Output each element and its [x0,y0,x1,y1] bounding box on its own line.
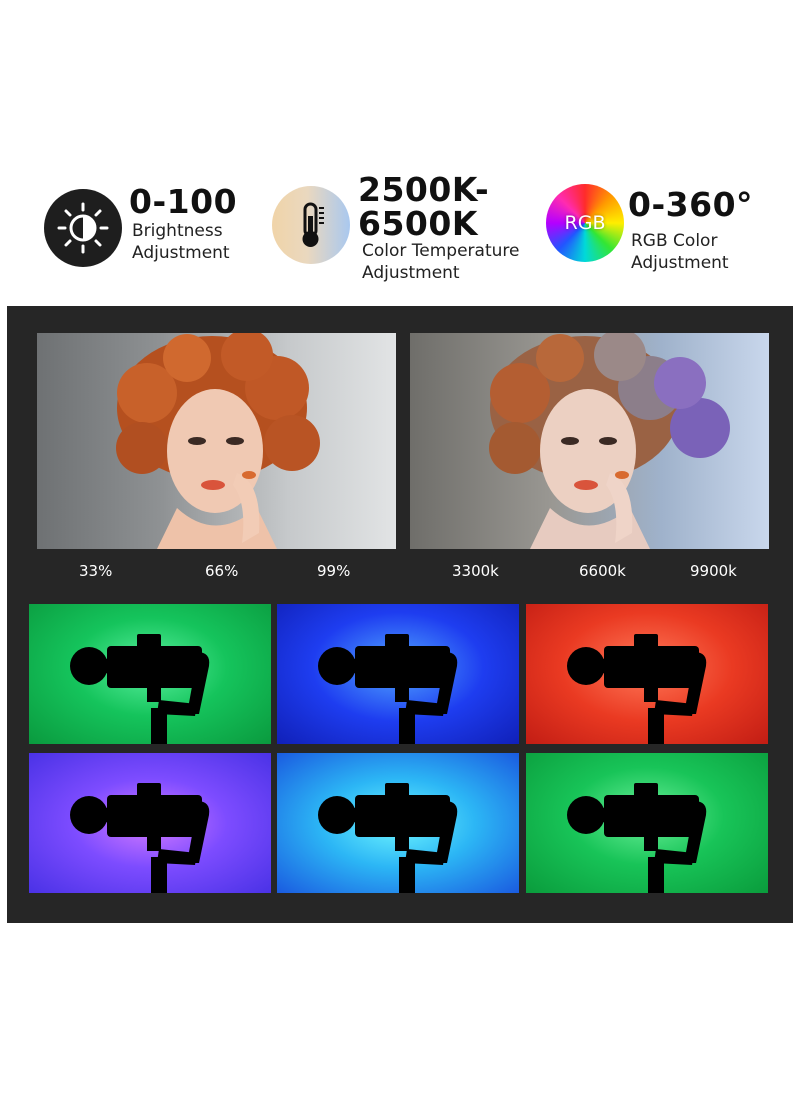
temperature-label-2: Adjustment [362,263,460,283]
rgb-demo-tile-purple [29,753,271,893]
brightness-scale-99: 99% [317,562,351,580]
temperature-range-start: 2500K- [358,170,490,209]
brightness-label-2: Adjustment [132,243,230,263]
temperature-demo-photo [410,333,769,549]
gimbal-silhouette-icon [318,783,458,893]
rgb-demo-tile-green [29,604,271,744]
gimbal-silhouette-icon [70,634,210,744]
temperature-scale-9900k: 9900k [690,562,737,580]
brightness-demo-photo [37,333,396,549]
gimbal-silhouette-icon [70,783,210,893]
thermometer-icon [272,186,350,264]
gimbal-silhouette-icon [567,634,707,744]
temperature-scale-6600k: 6600k [579,562,626,580]
rgb-demo-tile-blue [277,604,519,744]
demo-panel: 33% 66% 99% 3300k 6600k 9900k [7,306,793,923]
brightness-icon [44,189,122,267]
rgb-demo-tile-cyan [277,753,519,893]
rgb-label: RGB Color [631,231,718,251]
rgb-label-2: Adjustment [631,253,729,273]
brightness-scale-66: 66% [205,562,239,580]
rgb-color-wheel-icon: RGB [546,184,624,262]
rgb-demo-tile-red [526,604,768,744]
temperature-scale-3300k: 3300k [452,562,499,580]
brightness-label: Brightness [132,221,223,241]
temperature-label: Color Temperature [362,241,520,261]
brightness-range: 0-100 [129,182,238,221]
temperature-range-end: 6500K [358,204,478,243]
rgb-icon-text: RGB [564,212,606,234]
rgb-range: 0-360° [628,185,754,224]
rgb-demo-tile-green-2 [526,753,768,893]
brightness-scale-33: 33% [79,562,113,580]
gimbal-silhouette-icon [318,634,458,744]
gimbal-silhouette-icon [567,783,707,893]
